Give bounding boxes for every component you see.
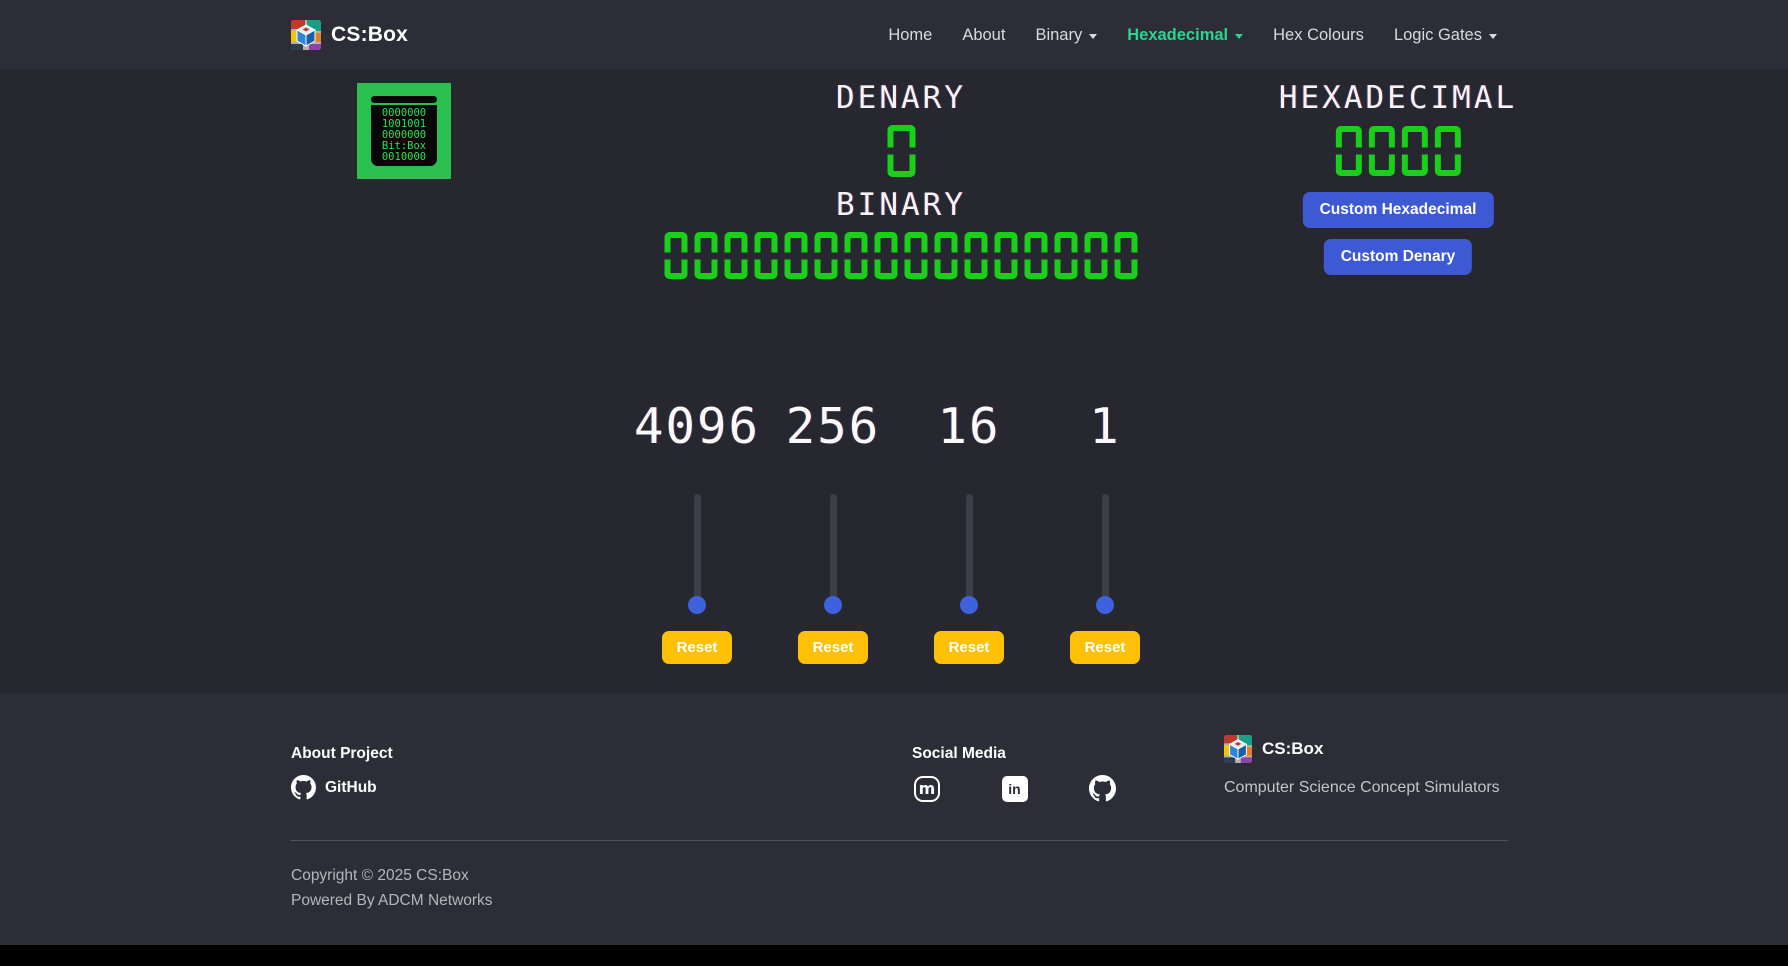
seg-digit-zero: [755, 232, 778, 279]
github-link[interactable]: GitHub: [291, 775, 393, 800]
footer-about-section: About Project GitHub: [291, 745, 393, 800]
reset-button-4096[interactable]: Reset: [662, 631, 733, 664]
nav-items: Home About Binary Hexadecimal Hex Colour…: [888, 26, 1497, 45]
seg-digit-zero: [1435, 126, 1461, 176]
chevron-down-icon: [1089, 34, 1097, 39]
nav-item-hexadecimal[interactable]: Hexadecimal: [1127, 26, 1243, 45]
seg-digit-zero: [965, 232, 988, 279]
slider-track-16[interactable]: [966, 494, 973, 606]
seg-digit-zero: [875, 232, 898, 279]
binary-label: BINARY: [665, 187, 1138, 223]
hexadecimal-value: [1279, 126, 1517, 176]
about-project-heading: About Project: [291, 745, 393, 763]
seg-digit-zero: [785, 232, 808, 279]
denary-label: DENARY: [665, 80, 1138, 116]
seg-digit-zero: [1055, 232, 1078, 279]
powered-by-text: Powered By ADCM Networks: [291, 888, 493, 913]
bitbox-text: 0000000 1001001 0000000 Bit:Box 0010000: [382, 108, 426, 163]
binary-value: [665, 232, 1138, 279]
slider-value-1: 1: [1089, 398, 1121, 456]
seg-digit-zero: [935, 232, 958, 279]
linkedin-icon[interactable]: in: [1002, 776, 1028, 802]
slider-column-16: 16 Reset: [909, 398, 1029, 664]
hexadecimal-label: HEXADECIMAL: [1279, 80, 1517, 116]
slider-thumb-16[interactable]: [960, 596, 978, 614]
seg-digit-zero: [1025, 232, 1048, 279]
nav-item-hex-colours[interactable]: Hex Colours: [1273, 26, 1364, 45]
footer-copyright: Copyright © 2025 CS:Box Powered By ADCM …: [291, 863, 493, 913]
footer-social-section: Social Media m in: [912, 745, 1118, 802]
slider-column-4096: 4096 Reset: [637, 398, 757, 664]
csbox-logo-icon: [291, 20, 321, 50]
chevron-down-icon: [1489, 34, 1497, 39]
nav-item-about[interactable]: About: [962, 26, 1005, 45]
brand-title: CS:Box: [331, 23, 408, 47]
social-icons-row: m in: [912, 775, 1118, 802]
nav-item-binary[interactable]: Binary: [1035, 26, 1097, 45]
seg-digit-zero: [695, 232, 718, 279]
nav-item-label: Hex Colours: [1273, 26, 1364, 45]
page: CS:Box Home About Binary Hexadecimal Hex…: [0, 0, 1788, 945]
slider-value-4096: 4096: [634, 398, 760, 456]
nav-item-label: Home: [888, 26, 932, 45]
mastodon-icon[interactable]: m: [914, 776, 940, 802]
slider-value-256: 256: [786, 398, 881, 456]
slider-track-4096[interactable]: [694, 494, 701, 606]
seg-digit-zero: [845, 232, 868, 279]
seg-digit-zero: [1336, 126, 1362, 176]
slider-track-1[interactable]: [1102, 494, 1109, 606]
reset-button-16[interactable]: Reset: [934, 631, 1005, 664]
seg-digit-zero: [1085, 232, 1108, 279]
seg-digit-zero: [905, 232, 928, 279]
slider-thumb-256[interactable]: [824, 596, 842, 614]
custom-denary-button[interactable]: Custom Denary: [1324, 239, 1473, 275]
chevron-down-icon: [1235, 34, 1243, 39]
hexadecimal-display: HEXADECIMAL Custom Hexadecimal Custom De…: [1279, 80, 1517, 275]
seg-digit-zero: [665, 232, 688, 279]
bitbox-display: 0000000 1001001 0000000 Bit:Box 0010000: [371, 105, 437, 166]
nav-item-logic-gates[interactable]: Logic Gates: [1394, 26, 1497, 45]
nav-item-label: Logic Gates: [1394, 26, 1482, 45]
denary-binary-display: DENARY BINARY: [665, 80, 1138, 279]
seg-digit-zero: [1115, 232, 1138, 279]
bitbox-screen: 0000000 1001001 0000000 Bit:Box 0010000: [371, 96, 437, 166]
custom-hexadecimal-button[interactable]: Custom Hexadecimal: [1303, 192, 1494, 228]
social-media-heading: Social Media: [912, 745, 1118, 763]
slider-thumb-1[interactable]: [1096, 596, 1114, 614]
slider-thumb-4096[interactable]: [688, 596, 706, 614]
seg-digit-zero: [995, 232, 1018, 279]
denary-value: [665, 125, 1138, 177]
footer-brand-section: CS:Box Computer Science Concept Simulato…: [1224, 735, 1500, 797]
github-icon[interactable]: [1089, 775, 1116, 802]
slider-column-1: 1 Reset: [1045, 398, 1165, 664]
nav-item-label: Binary: [1035, 26, 1082, 45]
navbar-brand[interactable]: CS:Box: [291, 20, 408, 50]
seg-digit-zero: [887, 125, 915, 177]
reset-button-256[interactable]: Reset: [798, 631, 869, 664]
footer-tagline: Computer Science Concept Simulators: [1224, 779, 1500, 797]
bitbox-screen-bar: [371, 96, 437, 103]
footer-divider: [291, 840, 1508, 841]
reset-button-1[interactable]: Reset: [1070, 631, 1141, 664]
slider-track-256[interactable]: [830, 494, 837, 606]
hex-digit-sliders: 4096 Reset 256 Reset 16 Reset 1 R: [637, 398, 1165, 664]
copyright-text: Copyright © 2025 CS:Box: [291, 863, 493, 888]
slider-value-16: 16: [937, 398, 1000, 456]
seg-digit-zero: [1402, 126, 1428, 176]
navbar: CS:Box Home About Binary Hexadecimal Hex…: [0, 0, 1788, 70]
bitbox-logo: 0000000 1001001 0000000 Bit:Box 0010000: [357, 83, 451, 179]
seg-digit-zero: [815, 232, 838, 279]
github-icon: [291, 775, 316, 800]
nav-item-label: About: [962, 26, 1005, 45]
nav-item-label: Hexadecimal: [1127, 26, 1228, 45]
footer: About Project GitHub Social Media m in: [0, 693, 1788, 945]
nav-item-home[interactable]: Home: [888, 26, 932, 45]
seg-digit-zero: [725, 232, 748, 279]
slider-column-256: 256 Reset: [773, 398, 893, 664]
footer-brand-title: CS:Box: [1262, 739, 1323, 759]
github-link-label: GitHub: [325, 779, 377, 797]
seg-digit-zero: [1369, 126, 1395, 176]
csbox-logo-icon: [1224, 735, 1252, 763]
